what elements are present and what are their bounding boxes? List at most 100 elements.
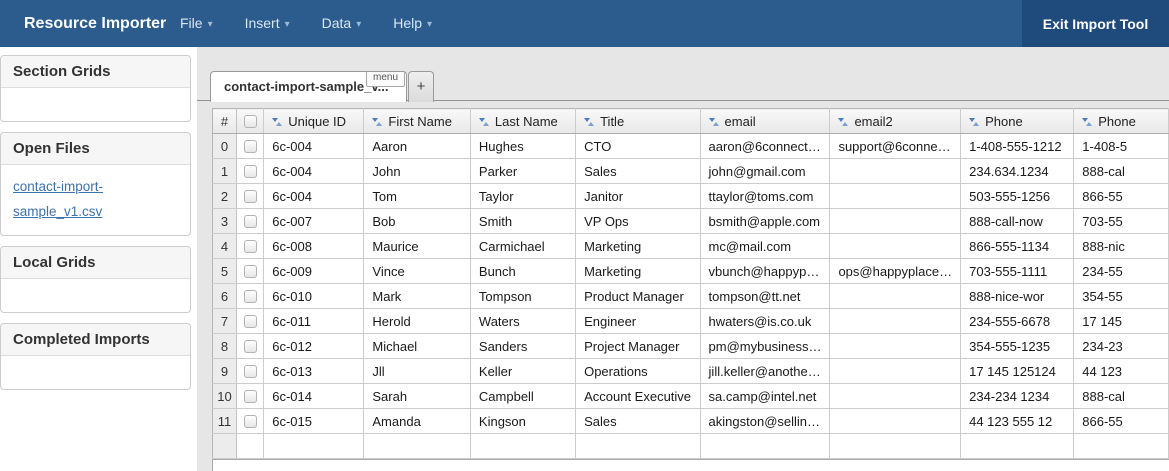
cell[interactable]: Operations: [576, 359, 700, 384]
cell[interactable]: Mark: [364, 284, 471, 309]
cell[interactable]: vbunch@happyp…: [700, 259, 830, 284]
cell[interactable]: Janitor: [576, 184, 700, 209]
cell[interactable]: [470, 434, 575, 459]
column-header-email2[interactable]: email2: [830, 109, 961, 134]
row-checkbox[interactable]: [244, 240, 257, 253]
row-number[interactable]: 3: [213, 209, 237, 234]
cell[interactable]: Product Manager: [576, 284, 700, 309]
cell[interactable]: [237, 434, 264, 459]
cell[interactable]: [830, 309, 961, 334]
cell[interactable]: sa.camp@intel.net: [700, 384, 830, 409]
column-header-unique-id[interactable]: Unique ID: [264, 109, 364, 134]
cell[interactable]: 703-55: [1074, 209, 1169, 234]
row-number[interactable]: 11: [213, 409, 237, 434]
cell[interactable]: Kingson: [470, 409, 575, 434]
cell[interactable]: 1-408-555-1212: [961, 134, 1074, 159]
cell[interactable]: [830, 159, 961, 184]
cell[interactable]: Tompson: [470, 284, 575, 309]
menu-insert[interactable]: Insert▾: [229, 0, 306, 47]
cell[interactable]: 6c-014: [264, 384, 364, 409]
row-checkbox[interactable]: [244, 415, 257, 428]
cell[interactable]: John: [364, 159, 471, 184]
cell[interactable]: Project Manager: [576, 334, 700, 359]
tab-menu-button[interactable]: menu: [366, 71, 405, 87]
cell[interactable]: jill.keller@anothe…: [700, 359, 830, 384]
cell[interactable]: 234-55: [1074, 259, 1169, 284]
cell[interactable]: Engineer: [576, 309, 700, 334]
cell[interactable]: [364, 434, 471, 459]
cell[interactable]: 503-555-1256: [961, 184, 1074, 209]
cell[interactable]: [830, 434, 961, 459]
cell[interactable]: Smith: [470, 209, 575, 234]
row-checkbox[interactable]: [244, 265, 257, 278]
cell[interactable]: 703-555-1111: [961, 259, 1074, 284]
cell[interactable]: Sales: [576, 159, 700, 184]
select-all-checkbox[interactable]: [244, 115, 257, 128]
cell[interactable]: [830, 209, 961, 234]
cell[interactable]: 234.634.1234: [961, 159, 1074, 184]
cell[interactable]: Jll: [364, 359, 471, 384]
column-header-phone[interactable]: Phone: [961, 109, 1074, 134]
cell[interactable]: 234-234 1234: [961, 384, 1074, 409]
row-number[interactable]: 4: [213, 234, 237, 259]
cell[interactable]: bsmith@apple.com: [700, 209, 830, 234]
cell[interactable]: [961, 434, 1074, 459]
column-header-phone[interactable]: Phone: [1074, 109, 1169, 134]
cell[interactable]: 17 145: [1074, 309, 1169, 334]
cell[interactable]: 888-nice-wor: [961, 284, 1074, 309]
cell[interactable]: ttaylor@toms.com: [700, 184, 830, 209]
cell[interactable]: Marketing: [576, 259, 700, 284]
row-checkbox[interactable]: [244, 340, 257, 353]
row-number[interactable]: 9: [213, 359, 237, 384]
cell[interactable]: hwaters@is.co.uk: [700, 309, 830, 334]
cell[interactable]: [1074, 434, 1169, 459]
cell[interactable]: aaron@6connect…: [700, 134, 830, 159]
cell[interactable]: support@6conne…: [830, 134, 961, 159]
cell[interactable]: 866-555-1134: [961, 234, 1074, 259]
cell[interactable]: [830, 409, 961, 434]
row-number[interactable]: 7: [213, 309, 237, 334]
cell[interactable]: Vince: [364, 259, 471, 284]
cell[interactable]: Maurice: [364, 234, 471, 259]
cell[interactable]: Keller: [470, 359, 575, 384]
cell[interactable]: 6c-004: [264, 159, 364, 184]
cell[interactable]: 6c-012: [264, 334, 364, 359]
row-checkbox[interactable]: [244, 140, 257, 153]
cell[interactable]: 888-cal: [1074, 159, 1169, 184]
row-number[interactable]: 5: [213, 259, 237, 284]
exit-import-tool-button[interactable]: Exit Import Tool: [1022, 0, 1169, 47]
row-number[interactable]: 0: [213, 134, 237, 159]
cell[interactable]: Campbell: [470, 384, 575, 409]
cell[interactable]: Herold: [364, 309, 471, 334]
cell[interactable]: 6c-008: [264, 234, 364, 259]
row-checkbox[interactable]: [244, 315, 257, 328]
cell[interactable]: 6c-011: [264, 309, 364, 334]
cell[interactable]: Account Executive: [576, 384, 700, 409]
open-file-link[interactable]: contact-import-sample_v1.csv: [13, 174, 178, 224]
cell[interactable]: [576, 434, 700, 459]
cell[interactable]: Tom: [364, 184, 471, 209]
row-checkbox[interactable]: [244, 165, 257, 178]
cell[interactable]: 888-cal: [1074, 384, 1169, 409]
column-header-last-name[interactable]: Last Name: [470, 109, 575, 134]
cell[interactable]: mc@mail.com: [700, 234, 830, 259]
cell[interactable]: Michael: [364, 334, 471, 359]
tab-active-file[interactable]: contact-import-sample_v... menu: [210, 71, 407, 102]
column-header-first-name[interactable]: First Name: [364, 109, 471, 134]
cell[interactable]: Taylor: [470, 184, 575, 209]
cell[interactable]: Hughes: [470, 134, 575, 159]
row-number[interactable]: 1: [213, 159, 237, 184]
cell[interactable]: 234-23: [1074, 334, 1169, 359]
cell[interactable]: 44 123: [1074, 359, 1169, 384]
cell[interactable]: Parker: [470, 159, 575, 184]
row-number[interactable]: 8: [213, 334, 237, 359]
cell[interactable]: 866-55: [1074, 184, 1169, 209]
cell[interactable]: Amanda: [364, 409, 471, 434]
cell[interactable]: [830, 359, 961, 384]
cell[interactable]: 888-nic: [1074, 234, 1169, 259]
cell[interactable]: 6c-009: [264, 259, 364, 284]
cell[interactable]: akingston@sellin…: [700, 409, 830, 434]
cell[interactable]: 234-555-6678: [961, 309, 1074, 334]
column-header-title[interactable]: Title: [576, 109, 700, 134]
row-checkbox[interactable]: [244, 290, 257, 303]
